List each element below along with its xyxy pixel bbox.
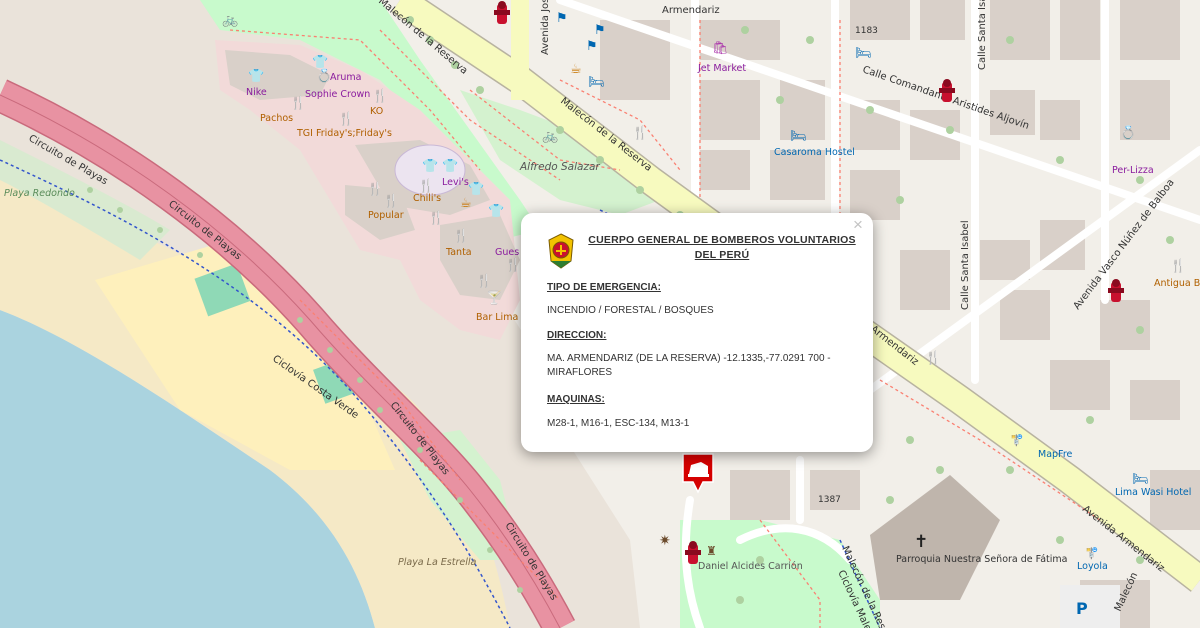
flag-icon: ⚑	[556, 11, 568, 26]
ring-shop-icon: 💍	[1120, 125, 1136, 141]
restaurant-icon: 🍴	[1170, 258, 1186, 274]
house-number: 1183	[855, 26, 878, 36]
restaurant-icon: 🍴	[338, 111, 354, 127]
restaurant-icon: 🍴	[383, 193, 399, 209]
firefighter-badge-icon	[548, 233, 574, 269]
poi-label: Gues	[495, 247, 519, 258]
address-label: DIRECCION:	[547, 330, 607, 341]
hotel-icon: 🛏	[588, 75, 605, 90]
poi-label: MapFre	[1038, 449, 1073, 460]
poi-label: Per-Lizza	[1112, 165, 1154, 176]
popup-header: CUERPO GENERAL DE BOMBEROS VOLUNTARIOS D…	[547, 233, 857, 269]
clothes-shop-icon: 👕	[248, 69, 264, 84]
monument-icon: ♜	[706, 544, 717, 558]
poi-label: Chili's	[413, 193, 441, 204]
poi-label: Aruma	[330, 72, 362, 83]
fire-truck-marker-icon[interactable]	[681, 452, 715, 494]
poi-label: Bar Lima	[476, 312, 518, 323]
clothes-shop-icon: 👕	[422, 159, 438, 174]
machines-value: M28-1, M16-1, ESC-134, M13-1	[547, 418, 690, 429]
ring-shop-icon: 💍	[316, 68, 332, 84]
bicycle-rental-icon: 🚲	[222, 13, 238, 28]
street-label: Calle Santa Isabel	[960, 220, 971, 310]
poi-label: Casaroma Hostel	[774, 147, 855, 158]
restaurant-icon: 🍴	[925, 350, 941, 366]
bus-stop-icon: 🚏	[1085, 547, 1099, 560]
hotel-icon: 🛏	[790, 129, 807, 144]
street-label: Armendariz	[662, 5, 720, 16]
hotel-icon: 🛏	[855, 46, 872, 61]
restaurant-icon: 🍴	[428, 210, 444, 226]
restaurant-icon: 🍴	[372, 88, 388, 104]
poi-label: Daniel Alcides Carrión	[698, 561, 803, 572]
poi-label: Sophie Crown	[305, 89, 370, 100]
emergency-type-label: TIPO DE EMERGENCIA:	[547, 282, 661, 293]
poi-label: Alfredo Salazar	[519, 161, 600, 173]
clothes-shop-icon: 👕	[468, 182, 484, 197]
machines-label: MAQUINAS:	[547, 394, 605, 405]
bicycle-rental-icon: 🚲	[542, 129, 558, 144]
clothes-shop-icon: 👕	[488, 204, 504, 219]
parking-icon: P	[1076, 599, 1088, 618]
cafe-icon: ☕	[460, 196, 472, 211]
restaurant-icon: 🍴	[367, 181, 383, 197]
flag-icon: ⚑	[594, 23, 606, 38]
poi-label: Popular	[368, 210, 404, 221]
clothes-shop-icon: 👕	[312, 55, 328, 70]
restaurant-icon: 🍴	[453, 228, 469, 244]
poi-label: Lima Wasi Hotel	[1115, 487, 1191, 498]
poi-label: Levi's	[442, 177, 469, 188]
bar-icon: 🍸	[486, 289, 502, 306]
clothes-shop-icon: 👕	[442, 159, 458, 174]
poi-label: Playa La Estrella	[398, 557, 476, 568]
church-icon: ✝	[914, 532, 928, 552]
poi-label: Antigua Bodega Dalmacia	[1154, 278, 1200, 289]
popup-title: CUERPO GENERAL DE BOMBEROS VOLUNTARIOS D…	[588, 234, 856, 261]
poi-label: Tanta	[445, 247, 472, 258]
poi-label: Playa Redondo	[4, 188, 75, 199]
address-value: MA. ARMENDARIZ (DE LA RESERVA) -12.1335,…	[547, 353, 831, 378]
poi-label: Loyola	[1077, 561, 1108, 572]
restaurant-icon: 🍴	[290, 95, 306, 111]
house-number: 1387	[818, 495, 841, 505]
restaurant-icon: 🍴	[632, 125, 648, 141]
hotel-icon: 🛏	[1132, 472, 1149, 487]
poi-label: Jet Market	[697, 63, 746, 74]
cafe-icon: ☕	[570, 62, 582, 77]
poi-label: Pachos	[260, 113, 293, 124]
emergency-type-value: INCENDIO / FORESTAL / BOSQUES	[547, 305, 714, 316]
close-icon[interactable]: ×	[849, 216, 867, 234]
restaurant-icon: 🍴	[476, 273, 492, 289]
incident-popup: × CUERPO GENERAL DE BOMBEROS VOLUNTARIOS…	[521, 213, 873, 452]
poi-label: Parroquia Nuestra Señora de Fátima	[896, 554, 1068, 565]
street-label: Calle Santa Isabel	[977, 0, 988, 70]
flag-icon: ⚑	[586, 39, 598, 54]
gift-shop-icon: 🛍	[712, 40, 729, 56]
street-label: Avenida José	[539, 0, 551, 55]
bus-stop-icon: 🚏	[1010, 434, 1024, 447]
sculpture-icon: ✷	[659, 533, 671, 549]
restaurant-icon: 🍴	[505, 257, 521, 273]
parking-area	[1060, 585, 1120, 628]
poi-label: KO	[370, 106, 383, 117]
poi-label: TGI Friday's;Friday's	[296, 128, 392, 139]
restaurant-icon: 🍴	[418, 178, 434, 194]
poi-label: Nike	[246, 87, 267, 98]
